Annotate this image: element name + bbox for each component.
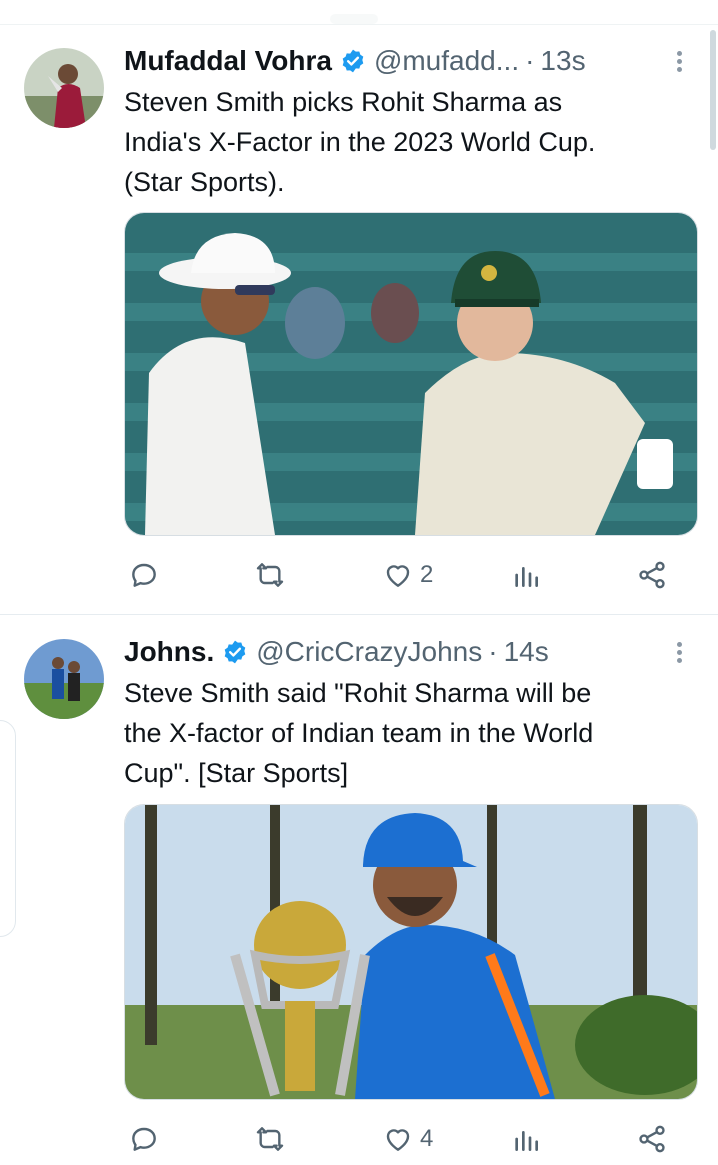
tweet-actions: 2: [124, 558, 684, 592]
tweet-text-line: Cup". [Star Sports]: [124, 758, 349, 788]
like-button[interactable]: 2: [382, 558, 433, 592]
retweet-button[interactable]: [254, 558, 286, 592]
timestamp[interactable]: 14s: [504, 636, 549, 668]
tweet-header: Johns. @CricCrazyJohns · 14s: [124, 635, 549, 671]
share-icon: [639, 1125, 665, 1153]
tweet-image[interactable]: [124, 212, 698, 536]
views-button[interactable]: [510, 1122, 542, 1156]
avatar[interactable]: [24, 48, 104, 128]
tweet-2[interactable]: Johns. @CricCrazyJohns · 14s Steve Smith…: [0, 615, 718, 1165]
retweet-button[interactable]: [254, 1122, 286, 1156]
reply-icon: [132, 563, 156, 587]
like-icon: [386, 565, 410, 587]
more-options-icon[interactable]: [666, 48, 692, 74]
avatar[interactable]: [24, 639, 104, 719]
like-count: 4: [420, 1125, 434, 1152]
verified-badge-icon: [340, 48, 366, 74]
tweet-actions: 4: [124, 1122, 684, 1156]
tweet-text-line: India's X-Factor in the 2023 World Cup.: [124, 127, 596, 157]
tweet-image[interactable]: [124, 804, 698, 1100]
reply-icon: [132, 1127, 156, 1151]
tweet-text-line: Steve Smith said "Rohit Sharma will be: [124, 678, 592, 708]
more-options-icon[interactable]: [666, 639, 692, 665]
share-button[interactable]: [636, 1122, 668, 1156]
timestamp[interactable]: 13s: [540, 45, 585, 77]
tweet-text-line: Steven Smith picks Rohit Sharma as: [124, 87, 563, 117]
like-button[interactable]: 4: [382, 1122, 433, 1156]
tweet-1[interactable]: Mufaddal Vohra @mufadd... · 13s Steven S…: [0, 0, 718, 614]
author-handle[interactable]: @mufadd...: [374, 45, 519, 77]
author-name[interactable]: Johns.: [124, 636, 214, 668]
share-button[interactable]: [636, 558, 668, 592]
share-icon: [639, 561, 665, 589]
tweet-text: Steve Smith said "Rohit Sharma will be t…: [124, 673, 694, 793]
reply-button[interactable]: [128, 558, 160, 592]
verified-badge-icon: [222, 639, 248, 665]
tweet-text: Steven Smith picks Rohit Sharma as India…: [124, 82, 694, 202]
separator-dot: ·: [488, 636, 498, 667]
like-icon: [386, 1129, 410, 1151]
tweet-text-line: the X-factor of Indian team in the World: [124, 718, 594, 748]
views-button[interactable]: [510, 558, 542, 592]
tweet-text-line: (Star Sports).: [124, 167, 285, 197]
reply-button[interactable]: [128, 1122, 160, 1156]
separator-dot: ·: [525, 45, 535, 76]
retweet-icon: [256, 563, 284, 587]
like-count: 2: [420, 561, 434, 588]
views-icon: [515, 1131, 538, 1151]
retweet-icon: [256, 1127, 284, 1151]
author-handle[interactable]: @CricCrazyJohns: [256, 636, 482, 668]
tweet-header: Mufaddal Vohra @mufadd... · 13s: [124, 44, 586, 80]
views-icon: [515, 567, 538, 587]
author-name[interactable]: Mufaddal Vohra: [124, 45, 332, 77]
